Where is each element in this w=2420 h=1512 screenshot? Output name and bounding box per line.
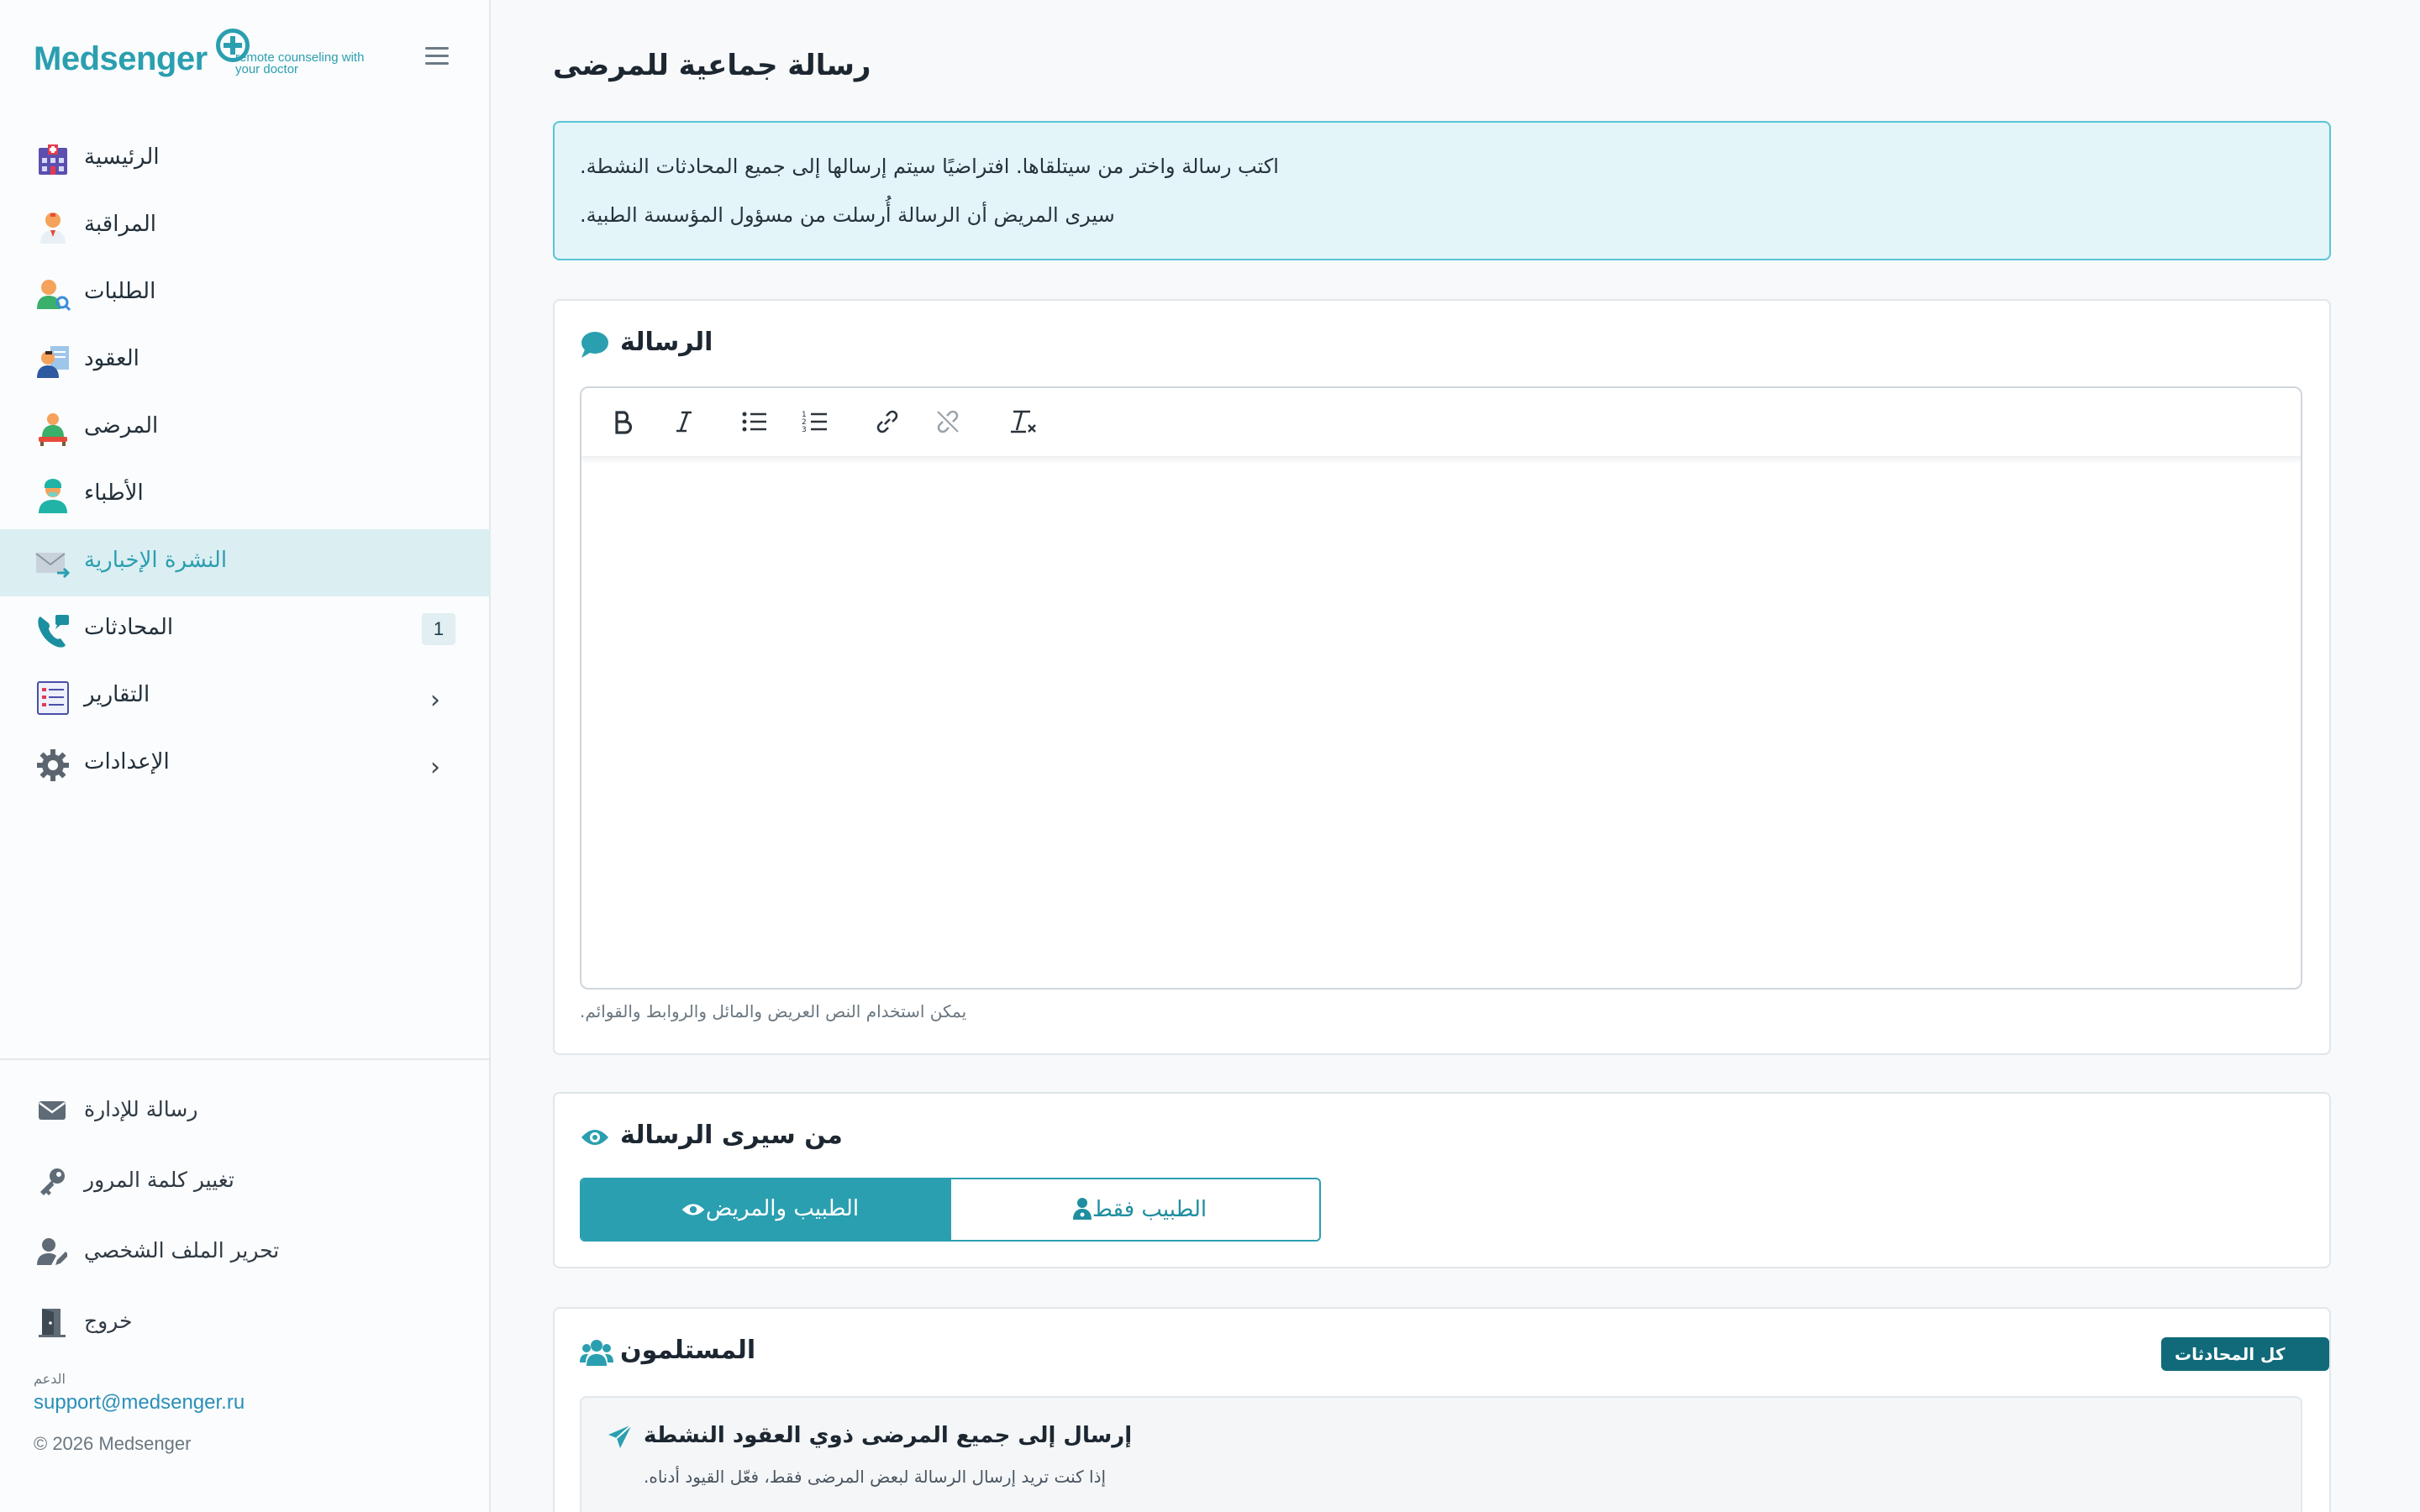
bullet-list-button[interactable]	[736, 403, 773, 440]
visibility-card: من سيرى الرسالة الطبيب والمريض الطبيب فق…	[553, 1092, 2331, 1268]
footer-link-label: تحرير الملف الشخصي	[84, 1238, 280, 1263]
visibility-card-title: من سيرى الرسالة	[620, 1121, 843, 1150]
doctor-monitor-icon	[35, 210, 71, 245]
sidebar-item-requests[interactable]: الطلبات	[0, 260, 491, 328]
sidebar-item-label: الرئيسية	[84, 144, 160, 170]
chevron-right-icon: ›	[430, 685, 440, 715]
all-active-chats-badge: كل المحادثات النشطة	[2161, 1337, 2329, 1398]
sidebar-item-label: المرضى	[84, 413, 159, 438]
numbered-list-button[interactable]: 123	[797, 403, 834, 440]
recipients-info-box: إرسال إلى جميع المرضى ذوي العقود النشطة …	[580, 1396, 2302, 1512]
gear-icon	[35, 748, 71, 783]
sidebar-nav: الرئيسية المراقبة الطلبات العقود المرضى …	[0, 126, 491, 798]
sidebar: Medsenger remote counseling with your do…	[0, 0, 491, 1512]
italic-button[interactable]	[666, 403, 702, 440]
sidebar-item-monitoring[interactable]: المراقبة	[0, 193, 491, 260]
mail-icon	[37, 1095, 67, 1126]
key-icon	[37, 1166, 67, 1196]
main-content: رسالة جماعية للمرضى .اكتب رسالة واختر من…	[492, 0, 2420, 1512]
recipients-card: المستلمون كل المحادثات النشطة إرسال إلى …	[553, 1307, 2331, 1512]
link-button[interactable]	[869, 403, 906, 440]
message-admin-link[interactable]: رسالة للإدارة	[0, 1075, 491, 1146]
page-title: رسالة جماعية للمرضى	[553, 49, 871, 82]
sidebar-item-contracts[interactable]: العقود	[0, 328, 491, 395]
paper-plane-icon	[607, 1423, 634, 1450]
door-exit-icon	[37, 1307, 67, 1337]
logo-wordmark: Medsenger	[34, 29, 250, 78]
editor-toolbar: 123	[581, 388, 2301, 457]
option-label: الطبيب فقط	[951, 1196, 1319, 1222]
sidebar-item-label: الطلبات	[84, 279, 156, 304]
user-search-icon	[35, 277, 71, 312]
recipients-box-title: إرسال إلى جميع المرضى ذوي العقود النشطة	[644, 1423, 1133, 1448]
edit-profile-link[interactable]: تحرير الملف الشخصي	[0, 1216, 491, 1287]
medic-icon	[35, 479, 71, 514]
editor-hint: .يمكن استخدام النص العريض والمائل والروا…	[580, 1001, 967, 1021]
eye-icon	[681, 1204, 705, 1215]
logo[interactable]: Medsenger remote counseling with your do…	[34, 29, 454, 86]
sidebar-item-reports[interactable]: التقارير ›	[0, 664, 491, 731]
rich-text-editor: 123	[580, 386, 2302, 990]
sidebar-item-label: التقارير	[84, 682, 150, 707]
phone-chat-icon	[35, 613, 71, 648]
contract-user-icon	[35, 344, 71, 380]
doctor-and-patient-option[interactable]: الطبيب والمريض	[581, 1179, 951, 1240]
sidebar-item-label: الأطباء	[84, 480, 144, 506]
sidebar-item-patients[interactable]: المرضى	[0, 395, 491, 462]
unlink-button[interactable]	[929, 403, 966, 440]
info-alert: .اكتب رسالة واختر من سيتلقاها. افتراضيًا…	[553, 121, 2331, 260]
footer-link-label: رسالة للإدارة	[84, 1097, 198, 1121]
sidebar-item-home[interactable]: الرئيسية	[0, 126, 491, 193]
eye-icon	[580, 1122, 610, 1152]
footer-link-label: خروج	[84, 1309, 133, 1333]
recipients-box-subtitle: .إذا كنت تريد إرسال الرسالة لبعض المرضى …	[644, 1467, 1107, 1487]
option-label: الطبيب والمريض	[581, 1196, 951, 1221]
logout-link[interactable]: خروج	[0, 1287, 491, 1357]
patient-icon	[35, 412, 71, 447]
message-text-area[interactable]	[581, 459, 2301, 988]
clear-format-button[interactable]	[1005, 403, 1042, 440]
message-card: الرسالة 123 .يمكن استخدام النص العريض وا…	[553, 299, 2331, 1055]
support-email-link[interactable]: support@medsenger.ru	[34, 1391, 245, 1415]
hospital-icon	[35, 143, 71, 178]
sidebar-divider	[0, 1058, 491, 1060]
message-card-title: الرسالة	[620, 328, 713, 357]
sidebar-item-doctors[interactable]: الأطباء	[0, 462, 491, 529]
support-caption: الدعم	[34, 1371, 66, 1387]
report-list-icon	[35, 680, 71, 716]
menu-toggle-icon[interactable]	[425, 47, 449, 67]
alert-line-2: .سيرى المريض أن الرسالة أُرسلت من مسؤول …	[580, 203, 1115, 227]
sidebar-item-settings[interactable]: الإعدادات ›	[0, 731, 491, 798]
envelope-send-icon	[35, 546, 71, 581]
sidebar-footer-links: رسالة للإدارة تغيير كلمة المرور تحرير ال…	[0, 1075, 491, 1357]
sidebar-item-label: المحادثات	[84, 615, 174, 640]
sidebar-item-label: النشرة الإخبارية	[84, 548, 228, 573]
logo-tagline: remote counseling with your doctor	[235, 50, 365, 76]
bold-button[interactable]	[605, 403, 642, 440]
visibility-toggle: الطبيب والمريض الطبيب فقط	[580, 1178, 1321, 1242]
sidebar-item-label: الإعدادات	[84, 749, 170, 774]
sidebar-item-newsletter[interactable]: النشرة الإخبارية	[0, 529, 491, 596]
chevron-right-icon: ›	[430, 753, 440, 782]
unread-count-badge: 1	[422, 613, 455, 645]
users-group-icon	[580, 1337, 613, 1368]
sidebar-item-label: المراقبة	[84, 212, 156, 237]
svg-text:3: 3	[802, 426, 807, 434]
alert-line-1: .اكتب رسالة واختر من سيتلقاها. افتراضيًا…	[580, 155, 1279, 178]
sidebar-item-label: العقود	[84, 346, 139, 371]
footer-link-label: تغيير كلمة المرور	[84, 1168, 234, 1192]
user-edit-icon	[37, 1236, 69, 1267]
doctor-icon	[1072, 1198, 1092, 1220]
speech-bubble-icon	[580, 329, 610, 360]
copyright-text: © 2026 Medsenger	[34, 1433, 192, 1454]
change-password-link[interactable]: تغيير كلمة المرور	[0, 1146, 491, 1216]
recipients-card-title: المستلمون	[620, 1336, 756, 1365]
sidebar-item-chats[interactable]: المحادثات 1	[0, 596, 491, 664]
doctor-only-option[interactable]: الطبيب فقط	[951, 1179, 1319, 1240]
